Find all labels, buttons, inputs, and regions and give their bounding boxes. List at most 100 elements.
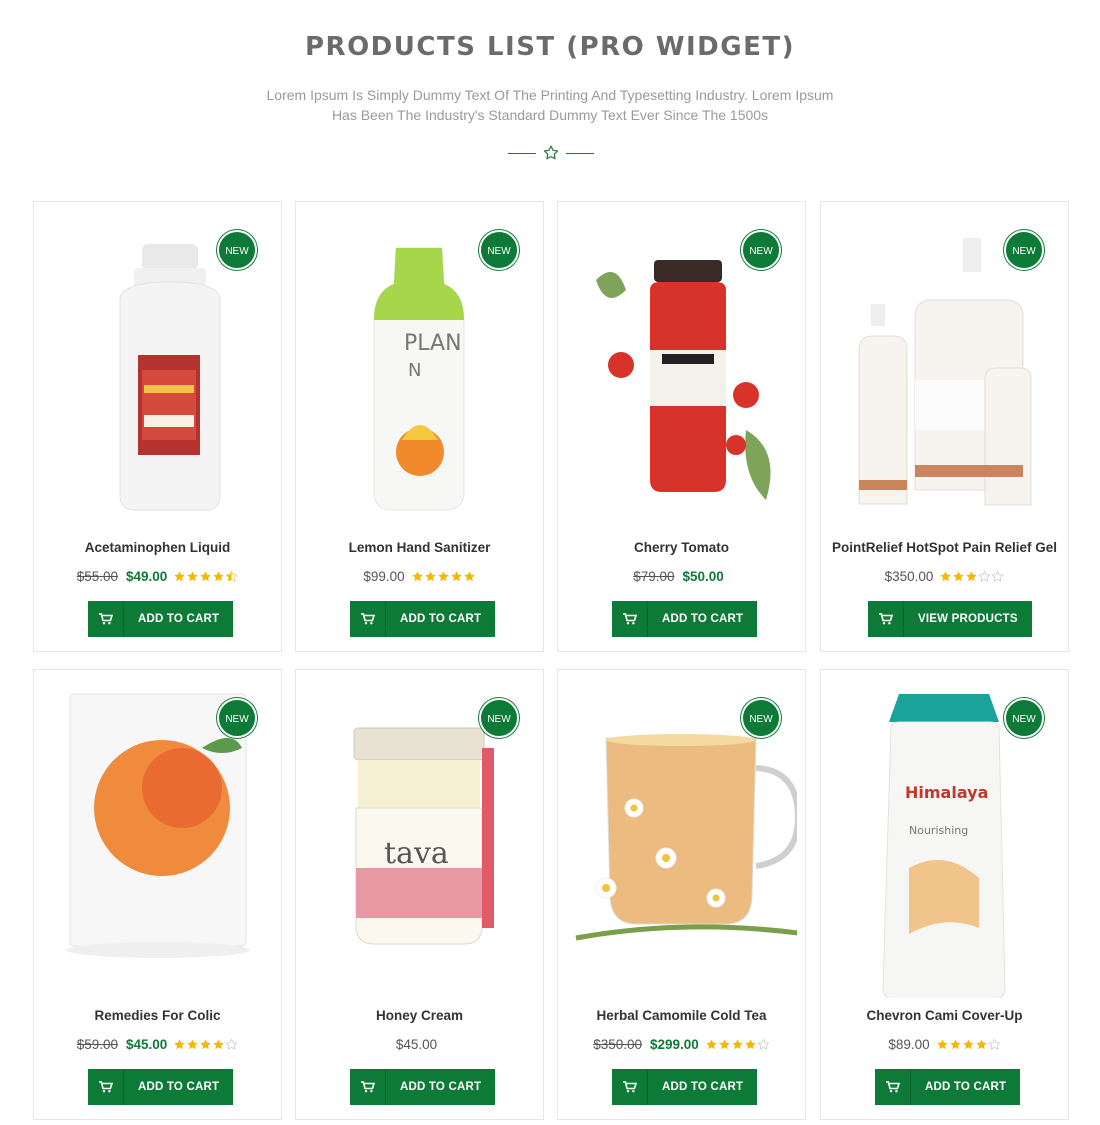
button-label: ADD TO CART bbox=[925, 1081, 1007, 1093]
star-icon bbox=[991, 570, 1004, 582]
section-subtitle: Lorem Ipsum Is Simply Dummy Text Of The … bbox=[235, 85, 865, 125]
star-icon bbox=[966, 571, 978, 582]
price-row: $350.00 $299.00 bbox=[558, 1037, 805, 1054]
product-name[interactable]: Acetaminophen Liquid bbox=[34, 540, 281, 555]
star-icon bbox=[187, 1039, 198, 1050]
product-card[interactable]: Himalaya Nourishing NEW Chevron Cami Cov… bbox=[820, 669, 1069, 1120]
star-icon bbox=[978, 570, 991, 582]
svg-text:Himalaya: Himalaya bbox=[905, 783, 988, 802]
cart-icon bbox=[868, 601, 904, 637]
star-icon bbox=[719, 1039, 730, 1050]
old-price: $55.00 bbox=[76, 569, 118, 584]
product-name[interactable]: Chevron Cami Cover-Up bbox=[821, 1008, 1068, 1023]
cart-icon bbox=[88, 601, 124, 637]
button-label: VIEW PRODUCTS bbox=[918, 613, 1018, 625]
product-card[interactable]: NEW Remedies For Colic $59.00 $45.00 ADD … bbox=[33, 669, 282, 1120]
star-icon bbox=[200, 571, 211, 582]
product-name[interactable]: PointRelief HotSpot Pain Relief Gel bbox=[821, 540, 1068, 555]
new-badge: NEW bbox=[1004, 230, 1044, 270]
star-rating bbox=[173, 1038, 238, 1054]
star-icon bbox=[437, 571, 449, 582]
price-row: $350.00 bbox=[821, 569, 1068, 586]
button-label: ADD TO CART bbox=[400, 613, 482, 625]
old-price: $350.00 bbox=[593, 1037, 642, 1052]
cart-icon bbox=[612, 1069, 648, 1105]
new-badge: NEW bbox=[217, 698, 257, 738]
star-icon bbox=[174, 571, 185, 582]
new-badge: NEW bbox=[217, 230, 257, 270]
star-icon bbox=[988, 1038, 1001, 1050]
divider-line-right bbox=[566, 153, 594, 154]
product-card[interactable]: tava NEW Honey Cream $45.00 ADD TO CART bbox=[295, 669, 544, 1120]
title-divider bbox=[508, 144, 594, 162]
star-icon bbox=[936, 1039, 948, 1050]
add-to-cart-button[interactable]: ADD TO CART bbox=[612, 601, 758, 637]
add-to-cart-button[interactable]: ADD TO CART bbox=[88, 601, 234, 637]
star-rating bbox=[411, 570, 476, 586]
price: $45.00 bbox=[395, 1037, 438, 1052]
svg-text:Nourishing: Nourishing bbox=[909, 824, 968, 837]
star-rating bbox=[705, 1038, 770, 1054]
sale-price: $299.00 bbox=[650, 1037, 699, 1052]
cart-icon bbox=[88, 1069, 124, 1105]
product-card[interactable]: NEW Herbal Camomile Cold Tea $350.00 $299… bbox=[557, 669, 806, 1120]
product-name[interactable]: Lemon Hand Sanitizer bbox=[296, 540, 543, 555]
cart-icon bbox=[875, 1069, 911, 1105]
view-products-button[interactable]: VIEW PRODUCTS bbox=[868, 601, 1032, 637]
svg-text:PLAN: PLAN bbox=[404, 331, 462, 356]
svg-text:N: N bbox=[408, 360, 421, 381]
new-badge: NEW bbox=[741, 230, 781, 270]
star-icon bbox=[174, 1039, 185, 1050]
old-price: $59.00 bbox=[76, 1037, 118, 1052]
star-icon bbox=[411, 571, 423, 582]
product-name[interactable]: Remedies For Colic bbox=[34, 1008, 281, 1023]
star-icon bbox=[962, 1039, 974, 1050]
product-card[interactable]: NEW Acetaminophen Liquid $55.00 $49.00 AD… bbox=[33, 201, 282, 652]
add-to-cart-button[interactable]: ADD TO CART bbox=[350, 1069, 496, 1105]
star-icon bbox=[213, 1039, 224, 1050]
star-icon bbox=[975, 1039, 987, 1050]
product-name[interactable]: Herbal Camomile Cold Tea bbox=[558, 1008, 805, 1023]
new-badge: NEW bbox=[741, 698, 781, 738]
product-card[interactable]: PLAN N NEW Lemon Hand Sanitizer $99.00 A… bbox=[295, 201, 544, 652]
star-icon bbox=[226, 570, 238, 582]
add-to-cart-button[interactable]: ADD TO CART bbox=[88, 1069, 234, 1105]
price: $99.00 bbox=[363, 569, 405, 584]
add-to-cart-button[interactable]: ADD TO CART bbox=[612, 1069, 758, 1105]
sale-price: $49.00 bbox=[126, 569, 168, 584]
button-label: ADD TO CART bbox=[400, 1081, 482, 1093]
star-icon bbox=[187, 571, 198, 582]
product-name[interactable]: Cherry Tomato bbox=[558, 540, 805, 555]
button-label: ADD TO CART bbox=[662, 613, 744, 625]
cart-icon bbox=[350, 1069, 386, 1105]
star-icon bbox=[949, 1039, 961, 1050]
price: $89.00 bbox=[888, 1037, 930, 1052]
price-row: $59.00 $45.00 bbox=[34, 1037, 281, 1054]
star-icon bbox=[450, 571, 462, 582]
product-name[interactable]: Honey Cream bbox=[296, 1008, 543, 1023]
subtitle-line-1: Lorem Ipsum Is Simply Dummy Text Of The … bbox=[266, 87, 834, 103]
product-card[interactable]: NEW PointRelief HotSpot Pain Relief Gel … bbox=[820, 201, 1069, 652]
price-row: $99.00 bbox=[296, 569, 543, 586]
price-row: $55.00 $49.00 bbox=[34, 569, 281, 586]
star-icon bbox=[200, 1039, 211, 1050]
star-icon bbox=[732, 1039, 743, 1050]
add-to-cart-button[interactable]: ADD TO CART bbox=[350, 601, 496, 637]
price-row: $89.00 bbox=[821, 1037, 1068, 1054]
star-rating bbox=[936, 1038, 1001, 1054]
page-title: PRODUCTS LIST (PRO WIDGET) bbox=[305, 32, 795, 62]
star-icon bbox=[706, 1039, 717, 1050]
sale-price: $45.00 bbox=[126, 1037, 168, 1052]
star-icon bbox=[225, 1038, 238, 1050]
star-icon bbox=[745, 1039, 756, 1050]
cart-icon bbox=[350, 601, 386, 637]
star-icon bbox=[940, 571, 952, 582]
sale-price: $50.00 bbox=[682, 569, 724, 584]
star-rating bbox=[173, 570, 238, 586]
add-to-cart-button[interactable]: ADD TO CART bbox=[875, 1069, 1021, 1105]
new-badge: NEW bbox=[479, 230, 519, 270]
product-card[interactable]: NEW Cherry Tomato $79.00 $50.00 ADD TO CA… bbox=[557, 201, 806, 652]
button-label: ADD TO CART bbox=[138, 613, 220, 625]
button-label: ADD TO CART bbox=[662, 1081, 744, 1093]
star-icon bbox=[463, 571, 475, 582]
